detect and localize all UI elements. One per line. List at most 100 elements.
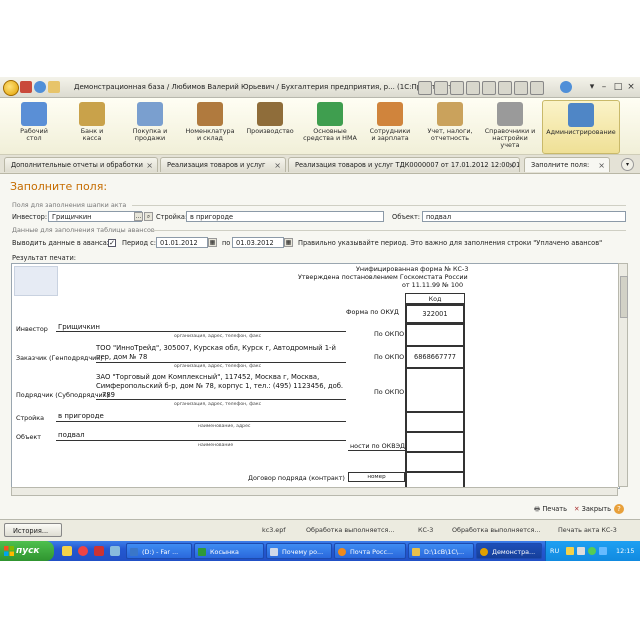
dropdown-icon[interactable]: ▾ [586,81,598,93]
okud-label: Форма по ОКУД [346,308,399,316]
taskbar-item-solitaire[interactable]: Косынка [194,543,264,559]
opera-icon[interactable] [78,546,88,556]
okpo-code-cell-1 [405,324,465,346]
tab-sales-document[interactable]: Реализация товаров и услуг ТДК0000007 от… [288,157,520,172]
1c-logo-icon[interactable] [3,80,19,96]
home-icon[interactable] [34,81,46,93]
section-catalogs[interactable]: Справочники и настройки учета [482,100,538,152]
window-title: Демонстрационная база / Любимов Валерий … [74,83,464,91]
calc-icon[interactable] [466,81,480,95]
okved-code-cell [405,432,465,452]
status-item[interactable]: kc3.epf [262,526,286,534]
tab-list-icon[interactable]: ▾ [621,158,634,171]
rule-line [348,450,405,451]
scroll-thumb[interactable] [620,276,628,318]
approved-label: Утверждена постановлением Госкомстата Ро… [298,273,468,281]
warehouse-icon [197,102,223,126]
okud-code-cell: 322001 [405,304,465,324]
close-icon[interactable]: × [146,158,153,172]
stroyka-print-value: в пригороде [58,412,104,420]
date-from-input[interactable]: 01.01.2012 [156,237,208,248]
close-icon[interactable]: × [598,158,605,172]
1c-icon [480,548,488,556]
status-item[interactable]: Обработка выполняется... [452,526,540,534]
advance-checkbox[interactable]: ✓ [108,239,116,247]
investor-input[interactable]: Грищичкин [48,211,142,222]
zoom-in-icon[interactable] [514,81,528,95]
taskbar-item-folder[interactable]: D:\1cB\1C\... [408,543,474,559]
tray-icon[interactable] [599,547,607,555]
language-indicator[interactable]: RU [550,547,559,555]
tab-fill-fields[interactable]: Заполните поля: × [524,157,610,172]
rule-line [96,362,346,363]
section-desktop[interactable]: Рабочий стол [6,100,62,152]
maximize-icon[interactable]: □ [612,81,624,93]
status-item[interactable]: Печать акта КС-3 [558,526,617,534]
org-hint: организация, адрес, телефон, факс [174,334,262,339]
section-purchases[interactable]: Покупка и продажи [122,100,178,152]
close-icon[interactable]: × [508,158,515,172]
stroyka-label: Стройка: [156,213,188,221]
calendar-icon[interactable]: ▦ [208,238,217,247]
quicklaunch-icon[interactable] [62,546,72,556]
info-icon[interactable] [560,81,572,93]
tray-icon[interactable] [588,547,596,555]
quicklaunch-icon[interactable] [94,546,104,556]
select-button[interactable]: … [134,212,143,221]
accounting-icon [437,102,463,126]
start-button[interactable]: пуск [0,541,54,561]
section-bank[interactable]: Банк и касса [64,100,120,152]
status-item[interactable]: КС-3 [418,526,433,534]
stroyka-input[interactable]: в пригороде [186,211,384,222]
header-section-title: Поля для заполнения шапки акта [12,201,127,209]
tab-sales[interactable]: Реализация товаров и услуг × [160,157,286,172]
copy-icon[interactable] [450,81,464,95]
close-icon[interactable]: × [625,81,637,93]
section-warehouse[interactable]: Номенклатура и склад [182,100,238,152]
taskbar-item-mail[interactable]: Почта Росс... [334,543,406,559]
taskbar-item-far[interactable]: (D:) - Far ... [126,543,192,559]
section-production[interactable]: Производство [242,100,298,152]
period-hint: Правильно указывайте период. Это важно д… [298,239,603,247]
star-icon[interactable] [48,81,60,93]
save-icon[interactable] [418,81,432,95]
tray-icon[interactable] [566,547,574,555]
tray-icon[interactable] [577,547,585,555]
calendar-icon[interactable] [482,81,496,95]
status-item[interactable]: Обработка выполняется... [306,526,394,534]
unified-form-label: Унифицированная форма № КС-3 [356,265,469,273]
object-print-label: Объект [16,433,42,441]
print-preview[interactable]: Унифицированная форма № КС-3 Утверждена … [11,263,620,489]
calendar-icon[interactable]: ▦ [284,238,293,247]
tab-additional-reports[interactable]: Дополнительные отчеты и обработки × [4,157,158,172]
help-icon[interactable]: ? [614,504,624,514]
vertical-scrollbar[interactable] [618,263,628,487]
contractor-print-value-2: Симферопольский б-р, дом № 78, корпус 1,… [96,382,344,390]
close-button[interactable]: ✕ Закрыть [574,505,611,513]
section-assets[interactable]: Основные средства и НМА [302,100,358,152]
status-bar: История... kc3.epf Обработка выполняется… [0,519,640,541]
taskbar-item-1c[interactable]: Демонстра... [476,543,542,559]
date-to-input[interactable]: 01.03.2012 [232,237,284,248]
history-button[interactable]: История... [4,523,62,537]
code-cell [405,412,465,432]
zoom-out-icon[interactable] [530,81,544,95]
horizontal-scrollbar[interactable] [11,487,618,496]
taskbar-item-browser[interactable]: Почему ро... [266,543,332,559]
print-button[interactable]: 🖶 Печать [534,505,567,516]
section-staff[interactable]: Сотрудники и зарплата [362,100,418,152]
form-title: Заполните поля: [10,180,108,193]
separator [152,230,626,231]
object-input[interactable]: подвал [422,211,626,222]
printer-icon: 🖶 [534,505,541,513]
back-icon[interactable] [20,81,32,93]
section-administration[interactable]: Администрирование [542,100,620,154]
minimize-icon[interactable]: – [598,81,610,93]
quicklaunch-icon[interactable] [110,546,120,556]
print-icon[interactable] [434,81,448,95]
toolbar-icon[interactable] [498,81,512,95]
section-accounting[interactable]: Учет, налоги, отчетность [422,100,478,152]
close-icon[interactable]: × [274,158,281,172]
search-icon[interactable]: ⌕ [144,212,153,221]
contractor-print-value-3: 789 [102,391,115,399]
